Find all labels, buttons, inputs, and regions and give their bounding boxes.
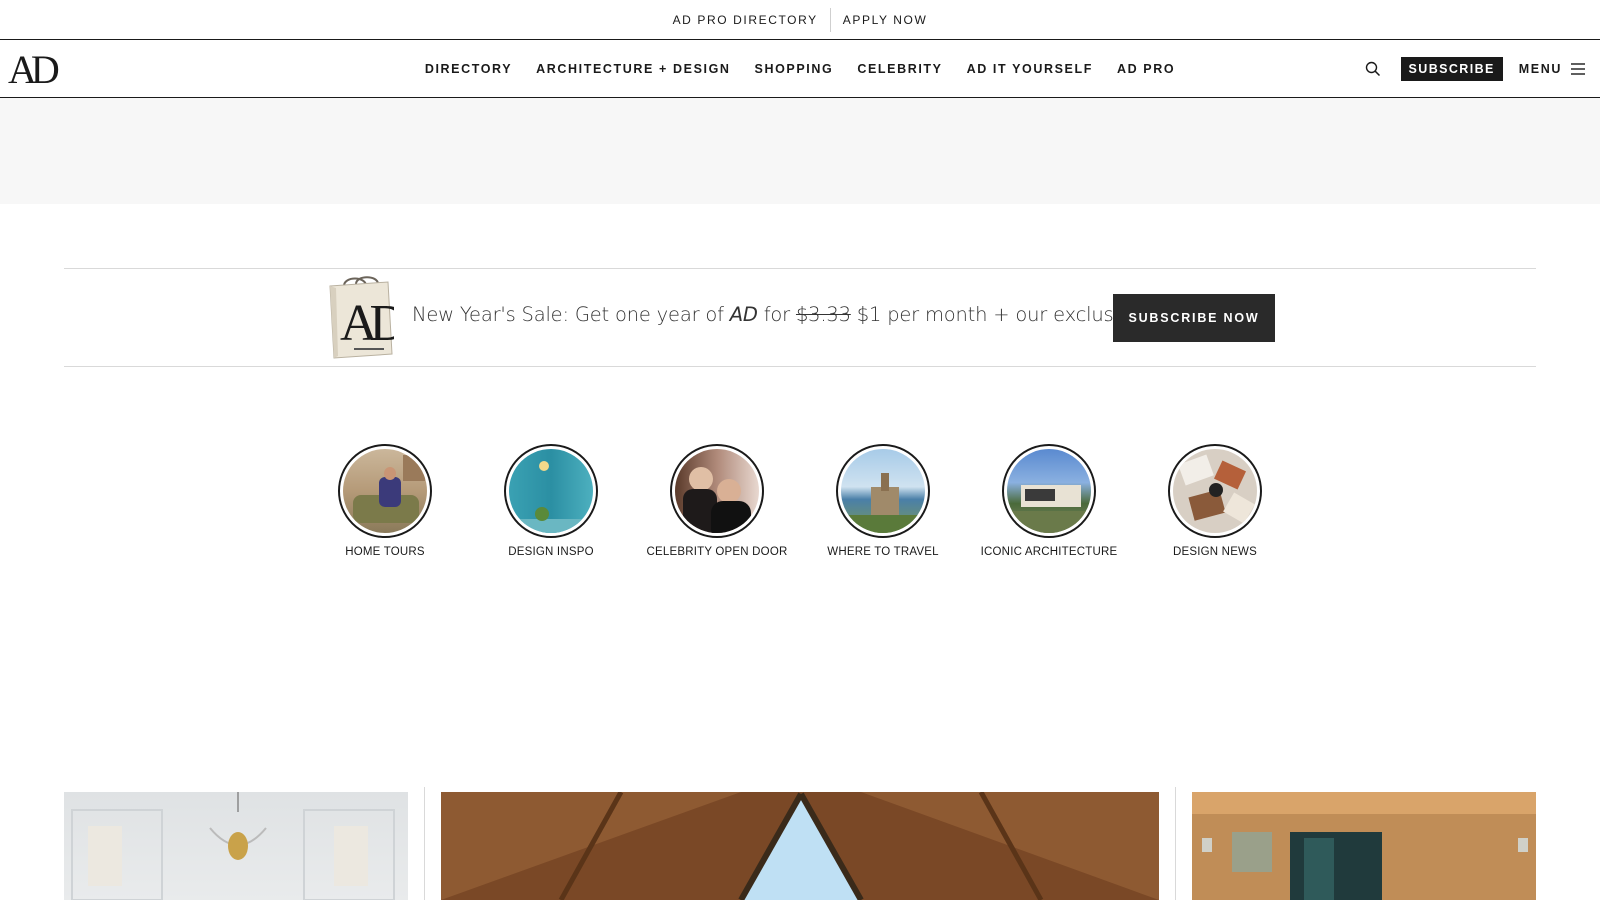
ad-pro-directory-link[interactable]: AD PRO DIRECTORY [661, 8, 830, 32]
category-home-tours[interactable]: HOME TOURS [302, 444, 468, 558]
menu-label: MENU [1518, 61, 1562, 76]
where-to-travel-thumbnail [836, 444, 930, 538]
category-label: WHERE TO TRAVEL [827, 546, 939, 558]
menu-button[interactable]: MENU [1519, 62, 1586, 76]
nav-directory[interactable]: DIRECTORY [425, 62, 512, 76]
category-iconic-architecture[interactable]: ICONIC ARCHITECTURE [966, 444, 1132, 558]
design-inspo-thumbnail [504, 444, 598, 538]
category-label: ICONIC ARCHITECTURE [980, 546, 1118, 558]
category-celebrity-open-door[interactable]: CELEBRITY OPEN DOOR [634, 444, 800, 558]
primary-nav: DIRECTORY ARCHITECTURE + DESIGN SHOPPING… [0, 40, 1600, 97]
nav-shopping[interactable]: SHOPPING [755, 62, 834, 76]
category-design-inspo[interactable]: DESIGN INSPO [468, 444, 634, 558]
subscription-promo: AD New Year's Sale: Get one year of AD f… [64, 268, 1536, 367]
wood-cabin-interior-image [1192, 792, 1536, 900]
search-icon[interactable] [1363, 59, 1383, 79]
subscribe-now-button[interactable]: SUBSCRIBE NOW [1113, 294, 1275, 342]
category-label: DESIGN NEWS [1173, 546, 1257, 558]
feature-divider [424, 787, 425, 900]
apply-now-link[interactable]: APPLY NOW [831, 8, 940, 32]
ad-slot [0, 98, 1600, 204]
main-header: AD DIRECTORY ARCHITECTURE + DESIGN SHOPP… [0, 40, 1600, 98]
nav-celebrity[interactable]: CELEBRITY [857, 62, 942, 76]
header-actions: SUBSCRIBE MENU [1363, 40, 1586, 97]
subscribe-button[interactable]: SUBSCRIBE [1400, 56, 1503, 81]
a-frame-cabin-image [441, 792, 1159, 900]
home-tours-thumbnail [338, 444, 432, 538]
category-label: DESIGN INSPO [508, 546, 594, 558]
feature-divider [1175, 787, 1176, 900]
nav-architecture-design[interactable]: ARCHITECTURE + DESIGN [536, 62, 730, 76]
category-where-to-travel[interactable]: WHERE TO TRAVEL [800, 444, 966, 558]
promo-old-price: $3.33 [795, 303, 851, 326]
nav-ad-it-yourself[interactable]: AD IT YOURSELF [967, 62, 1093, 76]
iconic-architecture-thumbnail [1002, 444, 1096, 538]
promo-text-for: for [757, 303, 796, 326]
svg-text:AD: AD [340, 295, 394, 352]
promo-text-before: New Year's Sale: Get one year of [412, 303, 730, 326]
chandelier-image [71, 792, 395, 900]
feature-story-center[interactable] [441, 792, 1159, 900]
promo-message: New Year's Sale: Get one year of AD for … [412, 303, 1194, 326]
utility-bar: AD PRO DIRECTORY APPLY NOW [0, 0, 1600, 40]
tote-bag-image: AD [326, 276, 414, 360]
design-news-thumbnail [1168, 444, 1262, 538]
hamburger-icon [1571, 62, 1585, 75]
feature-story-right[interactable] [1192, 792, 1536, 900]
nav-ad-pro[interactable]: AD PRO [1117, 62, 1175, 76]
category-design-news[interactable]: DESIGN NEWS [1132, 444, 1298, 558]
celebrity-open-door-thumbnail [670, 444, 764, 538]
promo-text-brand: AD [729, 303, 758, 326]
category-label: HOME TOURS [345, 546, 425, 558]
feature-story-left[interactable] [64, 792, 408, 900]
category-label: CELEBRITY OPEN DOOR [646, 546, 788, 558]
